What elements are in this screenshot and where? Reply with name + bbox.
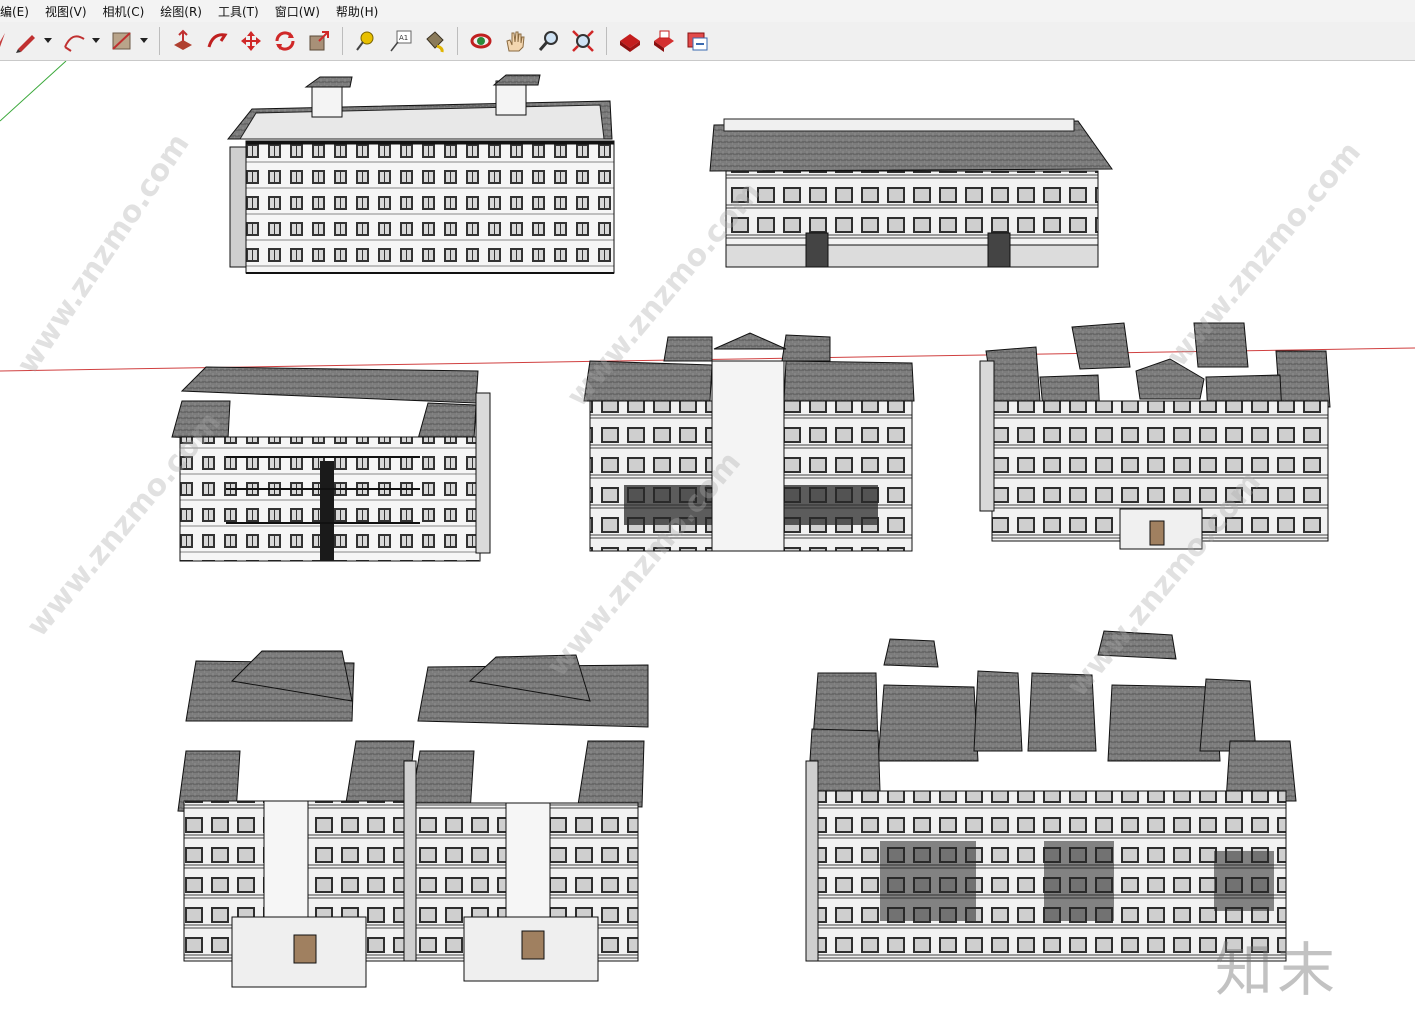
- building-model-5[interactable]: [979, 322, 1331, 550]
- scene-canvas: [0, 61, 1415, 988]
- menu-bar: 编(E) 视图(V) 相机(C) 绘图(R) 工具(T) 窗口(W) 帮助(H): [0, 0, 1415, 22]
- follow-me-icon[interactable]: [203, 27, 231, 55]
- pencil-line-icon[interactable]: [12, 27, 40, 55]
- building-model-7[interactable]: [805, 630, 1297, 962]
- chevron-down-icon[interactable]: [91, 27, 101, 55]
- building-model-2[interactable]: [709, 118, 1113, 268]
- toolbar-separator: [606, 27, 607, 55]
- pan-hand-icon[interactable]: [501, 27, 529, 55]
- brand-logo: 知末: [1215, 936, 1340, 1004]
- building-model-1[interactable]: [226, 74, 615, 274]
- toolbar-separator: [342, 27, 343, 55]
- orbit-icon[interactable]: [467, 27, 495, 55]
- warehouse-icon[interactable]: [616, 27, 644, 55]
- toolbar-separator: [159, 27, 160, 55]
- menu-draw[interactable]: 绘图(R): [152, 3, 210, 20]
- green-axis: [0, 61, 67, 122]
- select-arrow-icon[interactable]: [0, 27, 6, 55]
- menu-window[interactable]: 窗口(W): [267, 3, 328, 20]
- menu-help[interactable]: 帮助(H): [328, 3, 386, 20]
- menu-camera[interactable]: 相机(C): [95, 3, 153, 20]
- zoom-icon[interactable]: [535, 27, 563, 55]
- building-model-4[interactable]: [583, 332, 915, 552]
- menu-view[interactable]: 视图(V): [37, 3, 95, 20]
- extension-warehouse-icon[interactable]: [650, 27, 678, 55]
- menu-tools[interactable]: 工具(T): [210, 3, 267, 20]
- text-label-icon[interactable]: A1: [386, 27, 414, 55]
- toolbar-separator: [457, 27, 458, 55]
- chevron-down-icon[interactable]: [139, 27, 149, 55]
- push-pull-icon[interactable]: [169, 27, 197, 55]
- building-model-3[interactable]: [171, 366, 491, 562]
- send-to-layout-icon[interactable]: [684, 27, 712, 55]
- building-model-6[interactable]: [177, 650, 649, 988]
- move-icon[interactable]: [237, 27, 265, 55]
- tape-measure-icon[interactable]: [352, 27, 380, 55]
- arc-icon[interactable]: [60, 27, 88, 55]
- model-viewport[interactable]: www.znzmo.com www.znzmo.com www.znzmo.co…: [0, 61, 1415, 1014]
- rotate-icon[interactable]: [271, 27, 299, 55]
- toolbar: A1: [0, 22, 1415, 61]
- chevron-down-icon[interactable]: [43, 27, 53, 55]
- text-tool-label: A1: [399, 34, 408, 42]
- rectangle-shape-icon[interactable]: [108, 27, 136, 55]
- paint-bucket-icon[interactable]: [420, 27, 448, 55]
- menu-edit[interactable]: 编(E): [0, 3, 37, 20]
- scale-icon[interactable]: [305, 27, 333, 55]
- zoom-extents-icon[interactable]: [569, 27, 597, 55]
